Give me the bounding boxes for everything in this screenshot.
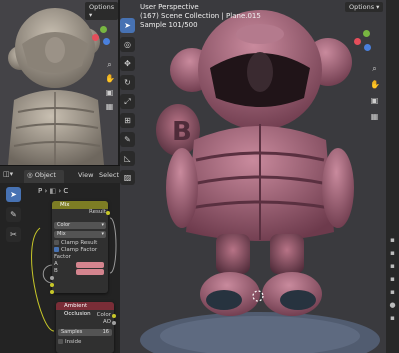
view-perspective: User Perspective xyxy=(140,3,199,11)
scene-collection: (167) Scene Collection | Plane.015 xyxy=(140,12,261,20)
mix-node-title[interactable]: Mix xyxy=(52,201,108,209)
result-output-label: Result xyxy=(89,209,106,215)
transform-tool-icon[interactable]: ⊞ xyxy=(120,113,135,128)
color-output-socket[interactable] xyxy=(112,314,116,318)
clamp-factor-checkbox[interactable]: Clamp Factor xyxy=(52,247,108,254)
blend-mode-select[interactable]: Mix ▾ xyxy=(54,231,106,238)
view-layer-icon[interactable]: ▪ xyxy=(388,275,397,284)
object-properties-icon[interactable]: ▪ xyxy=(388,314,397,323)
x-axis-icon[interactable] xyxy=(354,38,361,45)
hand-pan-icon[interactable]: ✋ xyxy=(105,74,115,83)
tool-properties-icon[interactable]: ▪ xyxy=(388,236,397,245)
chevron-down-icon: ▾ xyxy=(101,231,104,237)
zoom-icon[interactable]: ⌕ xyxy=(370,64,379,73)
viewport-info: User Perspective (167) Scene Collection … xyxy=(140,3,261,30)
rotate-tool-icon[interactable]: ↻ xyxy=(120,75,135,90)
render-properties-icon[interactable]: ▪ xyxy=(388,249,397,258)
options-dropdown[interactable]: Options ▾ xyxy=(85,2,118,20)
options-dropdown[interactable]: Options ▾ xyxy=(345,2,384,12)
factor-input-label: Factor xyxy=(54,254,71,260)
cursor-tool-icon[interactable]: ◎ xyxy=(120,37,135,52)
inside-checkbox[interactable]: Inside xyxy=(56,339,114,346)
a-socket[interactable] xyxy=(50,283,54,287)
scene-properties-icon[interactable]: ▪ xyxy=(388,288,397,297)
hand-pan-icon[interactable]: ✋ xyxy=(370,80,380,89)
rendered-character: B xyxy=(140,10,380,353)
grid-icon[interactable]: ▦ xyxy=(105,102,114,111)
view-menu[interactable]: View xyxy=(78,171,93,179)
select-tool-icon[interactable]: ➤ xyxy=(120,18,135,33)
svg-text:B: B xyxy=(172,117,192,147)
b-socket[interactable] xyxy=(50,290,54,294)
scale-tool-icon[interactable]: ⤢ xyxy=(120,94,135,109)
z-axis-icon[interactable] xyxy=(364,44,371,51)
node-editor-header: ◫▾ ◎ Object ▾ View Select xyxy=(0,165,120,190)
output-properties-icon[interactable]: ▪ xyxy=(388,262,397,271)
properties-tabs: ▪ ▪ ▪ ▪ ▪ ● ▪ xyxy=(386,0,399,353)
checkbox-box[interactable] xyxy=(58,339,63,344)
mix-node[interactable]: Mix Result Color ▾ Mix ▾ Clamp Result Cl… xyxy=(50,201,110,294)
checkbox-box[interactable] xyxy=(54,240,59,245)
x-axis-icon[interactable] xyxy=(92,34,99,41)
editor-type-icon[interactable]: ◫▾ xyxy=(3,170,13,178)
camera-icon[interactable]: ▣ xyxy=(105,88,114,97)
a-input[interactable]: A xyxy=(52,261,108,268)
secondary-viewport[interactable]: Options ▾ ⌕ ✋ ▣ ▦ xyxy=(0,0,118,165)
camera-icon[interactable]: ▣ xyxy=(370,96,379,105)
result-socket[interactable] xyxy=(106,211,110,215)
navigation-gizmo[interactable] xyxy=(92,26,114,48)
measure-tool-icon[interactable]: ◺ xyxy=(120,151,135,166)
zoom-icon[interactable]: ⌕ xyxy=(105,60,114,69)
samples-field[interactable]: Samples 16 xyxy=(58,329,112,336)
navigation-gizmo[interactable] xyxy=(352,30,376,54)
chevron-down-icon: ▾ xyxy=(101,222,104,228)
ambient-occlusion-node[interactable]: Ambient Occlusion Color AO Samples 16 In… xyxy=(56,302,116,353)
color-swatch-b[interactable] xyxy=(76,269,104,275)
ao-output-label: AO xyxy=(103,319,111,325)
ao-node-title[interactable]: Ambient Occlusion xyxy=(56,302,114,317)
annotate-tool-icon[interactable]: ✎ xyxy=(120,132,135,147)
z-axis-icon[interactable] xyxy=(103,38,110,45)
solid-preview-render xyxy=(8,8,104,165)
factor-socket[interactable] xyxy=(50,276,54,280)
render-samples: Sample 101/500 xyxy=(140,21,198,29)
data-type-select[interactable]: Color ▾ xyxy=(54,222,106,229)
tool-shelf: ➤ ◎ ✥ ↻ ⤢ ⊞ ✎ ◺ ▨ xyxy=(120,18,136,189)
world-properties-icon[interactable]: ● xyxy=(388,301,397,310)
clamp-result-checkbox[interactable]: Clamp Result xyxy=(52,240,108,247)
main-viewport[interactable]: B User Perspective (167) Scene Collectio… xyxy=(120,0,386,353)
checkbox-box-checked[interactable] xyxy=(54,247,59,252)
move-tool-icon[interactable]: ✥ xyxy=(120,56,135,71)
select-menu[interactable]: Select xyxy=(99,171,119,179)
grid-icon[interactable]: ▦ xyxy=(370,112,379,121)
add-cube-tool-icon[interactable]: ▨ xyxy=(120,170,135,185)
ao-output-socket[interactable] xyxy=(112,321,116,325)
node-editor-canvas[interactable]: ➤ ✎ ✂ P › ◧ › C Mix Result Color ▾ Mix ▾… xyxy=(0,183,120,353)
y-axis-icon[interactable] xyxy=(363,30,370,37)
y-axis-icon[interactable] xyxy=(100,26,107,33)
b-input[interactable]: B xyxy=(52,268,108,275)
